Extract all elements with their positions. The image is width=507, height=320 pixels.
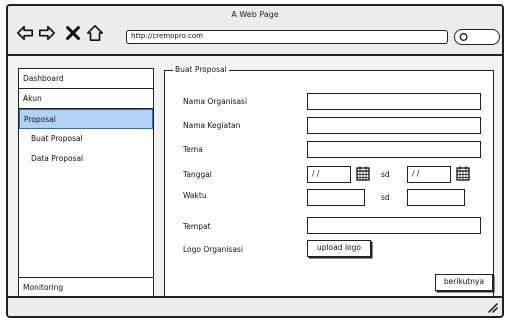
organisasi-input[interactable] [307, 93, 481, 110]
stop-button[interactable] [64, 24, 82, 42]
close-icon [66, 26, 80, 40]
tema-input[interactable] [307, 141, 481, 158]
home-button[interactable] [86, 24, 104, 42]
sidebar: Dashboard Akun Proposal Buat Proposal Da… [18, 68, 154, 298]
arrow-left-icon [16, 25, 34, 41]
calendar-icon[interactable] [356, 166, 370, 181]
label-tanggal: Tanggal [183, 170, 212, 179]
home-icon [86, 24, 104, 42]
browser-window: A Web Page http://cremopro.com Dashboard… [6, 4, 504, 318]
label-kegiatan: Nama Kegiatan [183, 121, 241, 130]
page-content: Dashboard Akun Proposal Buat Proposal Da… [8, 58, 502, 298]
upload-logo-button[interactable]: upload logo [307, 240, 371, 257]
title-bar: A Web Page http://cremopro.com [8, 6, 502, 56]
status-bar [8, 296, 502, 316]
label-organisasi: Nama Organisasi [183, 97, 248, 106]
sidebar-subitem-buat-proposal[interactable]: Buat Proposal [19, 129, 153, 149]
search-box[interactable] [454, 29, 500, 45]
url-input[interactable]: http://cremopro.com [126, 30, 448, 44]
sidebar-subitem-data-proposal[interactable]: Data Proposal [19, 149, 153, 169]
arrow-right-icon [38, 25, 56, 41]
tanggal-start-input[interactable]: / / [307, 166, 351, 183]
label-logo: Logo Organisasi [183, 245, 243, 254]
label-tempat: Tempat [183, 222, 211, 231]
sidebar-item-dashboard[interactable]: Dashboard [19, 69, 153, 89]
search-icon [459, 33, 468, 41]
sidebar-item-proposal[interactable]: Proposal [19, 109, 153, 129]
sd-label-waktu: sd [381, 193, 390, 202]
sidebar-item-monitoring[interactable]: Monitoring [19, 277, 153, 297]
forward-button[interactable] [38, 24, 56, 42]
tempat-input[interactable] [307, 217, 481, 234]
kegiatan-input[interactable] [307, 117, 481, 134]
sidebar-item-akun[interactable]: Akun [19, 89, 153, 109]
sd-label-tanggal: sd [381, 170, 390, 179]
panel-title: Buat Proposal [173, 65, 229, 74]
waktu-start-input[interactable] [307, 189, 365, 206]
calendar-icon[interactable] [456, 166, 470, 181]
tanggal-end-input[interactable]: / / [407, 166, 451, 183]
next-button[interactable]: berikutnya [435, 274, 493, 291]
back-button[interactable] [16, 24, 34, 42]
label-waktu: Waktu [183, 191, 207, 200]
waktu-end-input[interactable] [407, 189, 465, 206]
resize-handle-icon[interactable] [486, 301, 498, 313]
window-title: A Web Page [231, 10, 279, 19]
form-panel: Buat Proposal Nama Organisasi Nama Kegia… [164, 65, 494, 298]
label-tema: Tema [183, 145, 203, 154]
